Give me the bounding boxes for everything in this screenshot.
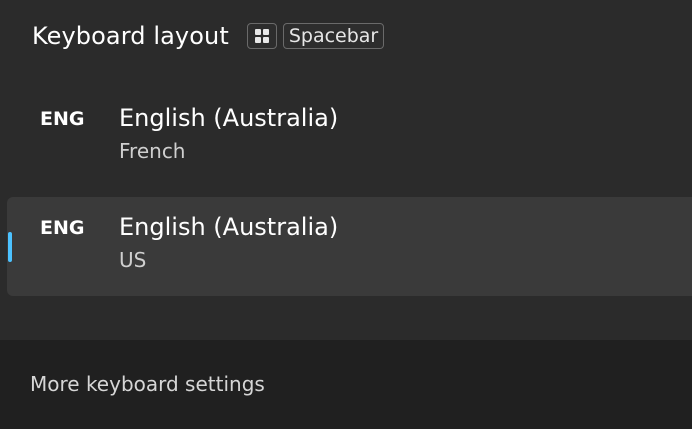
spacebar-key-badge: Spacebar — [282, 23, 385, 49]
layout-language: English (Australia) — [119, 104, 339, 132]
layout-code: ENG — [40, 217, 85, 239]
keyboard-layout-flyout: Keyboard layout Spacebar ENG English (Au… — [0, 0, 692, 429]
layout-option-us[interactable]: ENG English (Australia) US — [7, 197, 692, 296]
flyout-footer: More keyboard settings — [0, 340, 692, 429]
windows-key-badge — [246, 23, 277, 49]
layout-option-french[interactable]: ENG English (Australia) French — [7, 88, 692, 187]
windows-logo-icon — [254, 29, 269, 43]
selected-indicator — [8, 232, 12, 262]
layout-code: ENG — [40, 108, 85, 130]
layout-language: English (Australia) — [119, 213, 339, 241]
layout-keyboard: US — [119, 248, 147, 272]
more-keyboard-settings-link[interactable]: More keyboard settings — [30, 372, 265, 396]
flyout-title: Keyboard layout — [32, 22, 229, 50]
flyout-header: Keyboard layout Spacebar — [32, 18, 385, 54]
layout-keyboard: French — [119, 139, 186, 163]
